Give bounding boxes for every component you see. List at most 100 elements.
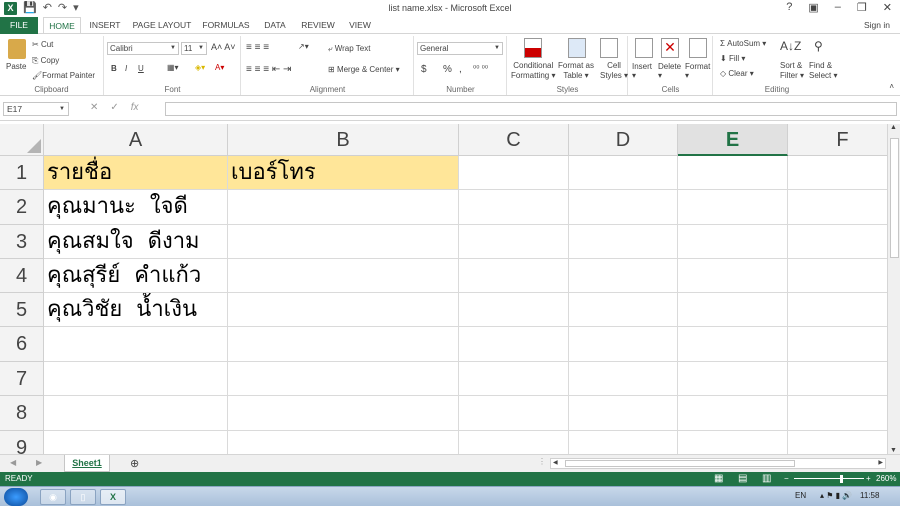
row-header-3[interactable]: 3 xyxy=(0,225,44,259)
comma-button[interactable]: , xyxy=(459,64,462,75)
sheet-tab-sheet1[interactable]: Sheet1 xyxy=(64,455,110,472)
new-sheet-icon[interactable]: ⊕ xyxy=(130,457,139,470)
split-handle-icon[interactable]: ⋮ xyxy=(538,457,546,466)
percent-button[interactable]: % xyxy=(443,64,452,75)
cell-e1[interactable] xyxy=(678,156,788,190)
cancel-icon[interactable]: ✕ xyxy=(90,102,98,113)
zoom-slider-handle[interactable] xyxy=(840,475,843,483)
scroll-right-icon[interactable]: ▶ xyxy=(878,459,883,466)
sort-filter-button[interactable]: Sort & Filter ▾ xyxy=(780,61,804,81)
vertical-scrollbar[interactable]: ▲ ▼ xyxy=(887,124,900,454)
cell-f1[interactable] xyxy=(788,156,888,190)
row-header-4[interactable]: 4 xyxy=(0,259,44,293)
cell-a9[interactable] xyxy=(44,431,228,454)
currency-button[interactable]: $ xyxy=(421,64,427,75)
scroll-up-icon[interactable]: ▲ xyxy=(890,124,897,131)
start-button[interactable] xyxy=(4,488,28,506)
insert-button[interactable]: Insert ▾ xyxy=(632,62,652,80)
row-header-6[interactable]: 6 xyxy=(0,327,44,362)
borders-icon[interactable]: ▦▾ xyxy=(167,63,179,72)
clear-button[interactable]: ◇ Clear ▾ xyxy=(720,69,754,78)
column-header-b[interactable]: B xyxy=(228,124,459,156)
sign-in-link[interactable]: Sign in xyxy=(864,17,890,33)
paste-icon[interactable] xyxy=(8,39,26,59)
zoom-slider[interactable] xyxy=(794,478,864,479)
font-size-select[interactable]: 11 ▼ xyxy=(181,42,207,55)
tray-icons[interactable]: ▴ ⚑ ▮ 🔊 xyxy=(820,491,852,500)
underline-button[interactable]: U xyxy=(138,64,144,73)
column-header-c[interactable]: C xyxy=(459,124,569,156)
taskbar-explorer-icon[interactable]: ▯ xyxy=(70,489,96,505)
close-button[interactable]: ✕ xyxy=(883,1,892,14)
font-name-select[interactable]: Calibri ▼ xyxy=(107,42,179,55)
cell-a3[interactable]: คุณสมใจ ดีงาม xyxy=(44,225,228,259)
decimal-icons[interactable]: ⁰⁰ ⁰⁰ xyxy=(473,64,488,73)
font-grow-shrink-icon[interactable]: A˄ A˅ xyxy=(211,42,236,52)
ribbon-display-options-icon[interactable]: ▣ xyxy=(808,1,818,14)
tab-file[interactable]: FILE xyxy=(0,17,38,34)
cell-styles-button[interactable]: Cell Styles ▾ xyxy=(600,61,628,81)
vertical-align-icons[interactable]: ≡ ≡ ≡ xyxy=(246,42,269,53)
column-header-f[interactable]: F xyxy=(788,124,888,156)
cell-c1[interactable] xyxy=(459,156,569,190)
taskbar-excel-icon[interactable]: X xyxy=(100,489,126,505)
tab-review[interactable]: REVIEW xyxy=(298,17,338,34)
format-button[interactable]: Format ▾ xyxy=(685,62,710,80)
wrap-text-button[interactable]: ⤶ Wrap Text xyxy=(328,44,370,54)
tab-home[interactable]: HOME xyxy=(43,17,81,35)
page-break-view-icon[interactable]: ▥ xyxy=(762,472,771,486)
cell-d1[interactable] xyxy=(569,156,678,190)
cell-b1[interactable]: เบอร์โทร xyxy=(228,156,459,190)
formula-input[interactable] xyxy=(165,102,897,116)
horizontal-scrollbar[interactable]: ◀ ▶ xyxy=(550,458,886,469)
font-color-icon[interactable]: A▾ xyxy=(215,63,224,72)
normal-view-icon[interactable]: ▦ xyxy=(714,472,723,486)
copy-button[interactable]: ⎘ Copy xyxy=(32,56,59,66)
cell-a4[interactable]: คุณสุรีย์ คำแก้ว xyxy=(44,259,228,293)
insert-function-button[interactable]: fx xyxy=(131,102,139,113)
select-all-button[interactable] xyxy=(0,124,44,156)
merge-center-button[interactable]: ⊞ Merge & Center ▾ xyxy=(328,65,400,74)
fill-button[interactable]: ⬇ Fill ▾ xyxy=(720,54,745,63)
column-header-a[interactable]: A xyxy=(44,124,228,156)
cell-a5[interactable]: คุณวิชัย น้ำเงิน xyxy=(44,293,228,327)
tab-data[interactable]: DATA xyxy=(258,17,292,34)
zoom-level[interactable]: 260% xyxy=(876,472,896,486)
row-header-7[interactable]: 7 xyxy=(0,362,44,396)
cell-a7[interactable] xyxy=(44,362,228,396)
number-format-select[interactable]: General ▼ xyxy=(417,42,503,55)
conditional-formatting-button[interactable]: Conditional Formatting ▾ xyxy=(511,61,555,81)
language-indicator[interactable]: EN xyxy=(795,491,806,500)
name-box[interactable]: E17 ▼ xyxy=(3,102,69,116)
paste-button[interactable]: Paste xyxy=(6,62,26,71)
collapse-ribbon-icon[interactable]: ˄ xyxy=(889,82,894,91)
page-layout-view-icon[interactable]: ▤ xyxy=(738,472,747,486)
row-header-1[interactable]: 1 xyxy=(0,156,44,190)
italic-button[interactable]: I xyxy=(125,64,127,73)
tab-view[interactable]: VIEW xyxy=(344,17,376,34)
autosum-button[interactable]: Σ AutoSum ▾ xyxy=(720,39,766,48)
column-header-d[interactable]: D xyxy=(569,124,678,156)
row-header-9[interactable]: 9 xyxy=(0,431,44,454)
taskbar-chrome-icon[interactable]: ◉ xyxy=(40,489,66,505)
cell-a6[interactable] xyxy=(44,327,228,362)
cell-a1[interactable]: รายชื่อ xyxy=(44,156,228,190)
minimize-button[interactable]: – xyxy=(835,1,841,14)
cut-button[interactable]: ✂ Cut xyxy=(32,40,53,49)
tab-formulas[interactable]: FORMULAS xyxy=(200,17,252,34)
column-header-e[interactable]: E xyxy=(678,124,788,156)
bold-button[interactable]: B xyxy=(111,64,117,73)
grid-body[interactable] xyxy=(228,190,888,454)
vertical-scroll-thumb[interactable] xyxy=(890,138,899,258)
enter-icon[interactable]: ✓ xyxy=(110,102,118,113)
horizontal-scroll-thumb[interactable] xyxy=(565,460,795,467)
row-header-5[interactable]: 5 xyxy=(0,293,44,327)
format-as-table-button[interactable]: Format as Table ▾ xyxy=(558,61,594,81)
fill-color-icon[interactable]: ◈▾ xyxy=(195,63,205,72)
help-button[interactable]: ? xyxy=(786,1,792,14)
orientation-icon[interactable]: ↗▾ xyxy=(298,42,309,51)
find-select-button[interactable]: Find & Select ▾ xyxy=(809,61,837,81)
row-header-2[interactable]: 2 xyxy=(0,190,44,225)
zoom-in-icon[interactable]: + xyxy=(866,472,871,486)
tab-page-layout[interactable]: PAGE LAYOUT xyxy=(132,17,192,34)
